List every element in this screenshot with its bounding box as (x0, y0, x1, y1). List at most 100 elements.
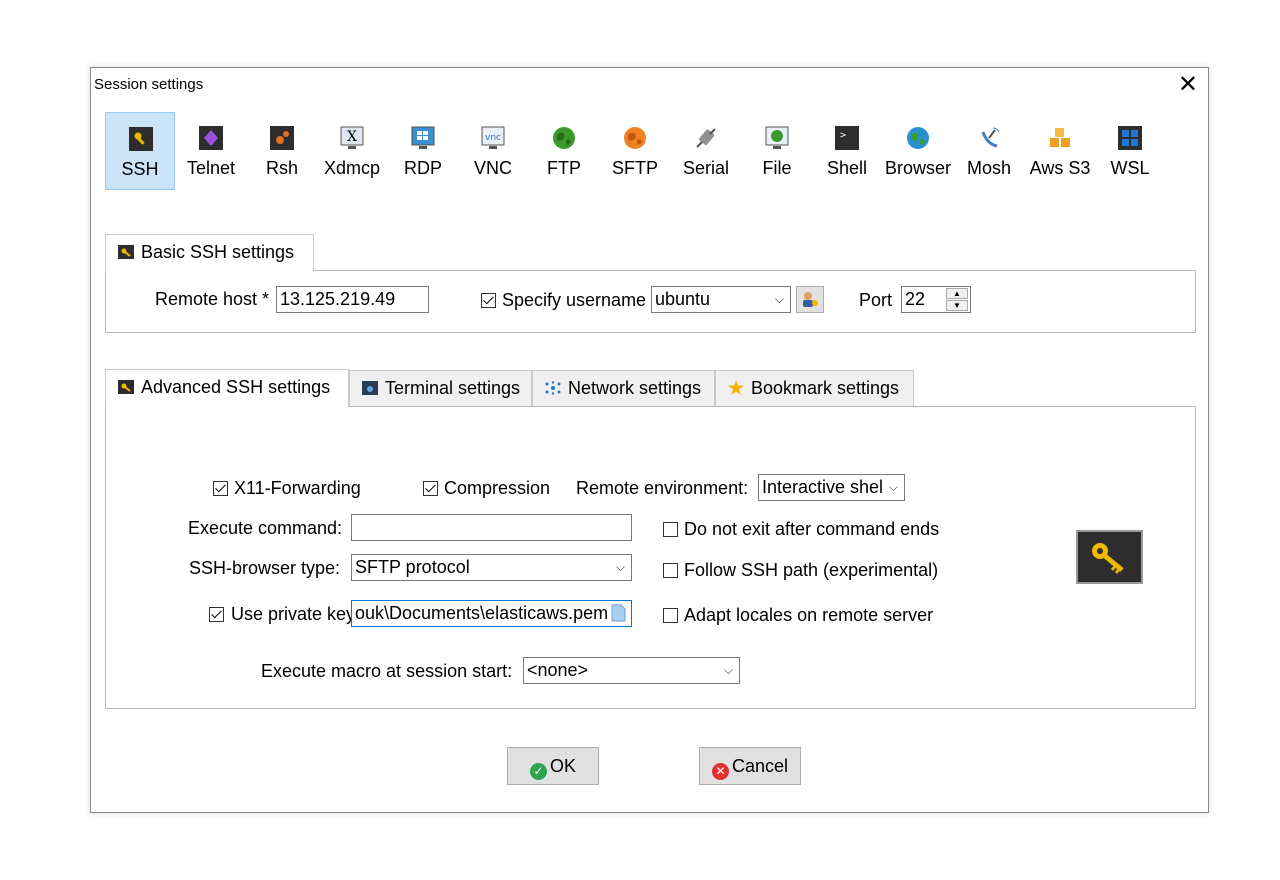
specify-username-label: Specify username (502, 290, 647, 310)
key-icon (118, 236, 134, 259)
use-private-key-label: Use private key (231, 604, 351, 624)
tab-label: Terminal settings (385, 378, 521, 398)
session-type-ssh[interactable]: SSH (105, 112, 175, 190)
svg-text:>: > (840, 130, 846, 141)
compression-label: Compression (444, 478, 551, 498)
adapt-locales-checkbox[interactable] (663, 608, 678, 623)
cancel-button[interactable]: ✕ Cancel (699, 747, 801, 785)
session-type-file[interactable]: File (742, 112, 812, 190)
follow-ssh-path-checkbox[interactable] (663, 563, 678, 578)
session-type-aws-s3[interactable]: Aws S3 (1025, 112, 1095, 190)
specify-username-checkbox[interactable] (481, 293, 496, 308)
session-type-label: SFTP (611, 158, 658, 178)
adapt-locales-label: Adapt locales on remote server (684, 605, 934, 625)
session-type-rsh[interactable]: Rsh (247, 112, 317, 190)
file-monitor-icon (765, 126, 789, 150)
cancel-x-icon: ✕ (711, 763, 729, 780)
port-decrement-button[interactable]: ▼ (946, 300, 968, 311)
follow-ssh-path-label: Follow SSH path (experimental) (684, 560, 939, 580)
session-type-browser[interactable]: Browser (883, 112, 953, 190)
private-key-input[interactable]: ouk\Documents\elasticaws.pem (351, 600, 632, 627)
tab-label: Basic SSH settings (141, 242, 295, 262)
ssh-browser-type-combo[interactable]: SFTP protocol ⌵ (351, 554, 632, 581)
execute-command-input[interactable] (351, 514, 632, 541)
do-not-exit-label: Do not exit after command ends (684, 519, 940, 539)
session-type-vnc[interactable]: vnc VNC (458, 112, 528, 190)
svg-text:vnc: vnc (485, 133, 501, 143)
use-private-key-checkbox[interactable] (209, 607, 224, 622)
rsh-icon (270, 126, 294, 150)
user-manager-button[interactable] (796, 286, 824, 313)
ftp-globe-icon (552, 126, 576, 150)
session-type-telnet[interactable]: Telnet (176, 112, 246, 190)
tab-label: Network settings (568, 378, 702, 398)
remote-environment-combo[interactable]: Interactive shel ⌵ (758, 474, 905, 501)
tab-label: Bookmark settings (751, 378, 900, 398)
execute-macro-combo[interactable]: <none> ⌵ (523, 657, 740, 684)
aws-s3-cubes-icon (1048, 126, 1072, 150)
remote-environment-label: Remote environment: (576, 478, 749, 498)
session-type-mosh[interactable]: Mosh (954, 112, 1024, 190)
compression-checkbox[interactable] (423, 481, 438, 496)
ok-button[interactable]: ✓ OK (507, 747, 599, 785)
chevron-down-icon: ⌵ (723, 663, 733, 677)
do-not-exit-checkbox[interactable] (663, 522, 678, 537)
session-type-label: Rsh (265, 158, 298, 178)
tab-bookmark-settings[interactable]: Bookmark settings (715, 370, 914, 406)
network-icon (545, 372, 561, 395)
session-type-xdmcp[interactable]: X Xdmcp (317, 112, 387, 190)
username-combo[interactable]: ubuntu ⌵ (651, 286, 791, 313)
tab-network-settings[interactable]: Network settings (532, 370, 715, 406)
key-icon (129, 127, 153, 151)
tab-label: Advanced SSH settings (141, 377, 331, 397)
remote-environment-value: Interactive shel (762, 477, 884, 497)
ok-label: OK (549, 756, 576, 776)
session-type-shell[interactable]: > Shell (812, 112, 882, 190)
x11-forwarding-label: X11-Forwarding (234, 478, 361, 498)
session-type-label: Serial (682, 158, 730, 178)
session-type-rdp[interactable]: RDP (388, 112, 458, 190)
chevron-down-icon: ⌵ (774, 292, 784, 306)
remote-host-input[interactable]: 13.125.219.49 (276, 286, 429, 313)
port-label: Port (859, 290, 893, 310)
session-type-label: Telnet (186, 158, 236, 178)
session-type-sftp[interactable]: SFTP (600, 112, 670, 190)
terminal-icon (362, 372, 378, 395)
tab-advanced-ssh-settings[interactable]: Advanced SSH settings (105, 369, 349, 407)
shell-terminal-icon: > (835, 126, 859, 150)
close-icon[interactable]: ✕ (1178, 72, 1198, 96)
vnc-icon: vnc (481, 126, 505, 150)
check-icon: ✓ (529, 763, 547, 780)
session-type-label: Browser (884, 158, 951, 178)
execute-macro-label: Execute macro at session start: (261, 661, 513, 681)
svg-text:X: X (347, 129, 357, 145)
chevron-down-icon: ⌵ (615, 560, 625, 574)
session-type-label: WSL (1110, 158, 1150, 178)
session-type-label: RDP (403, 158, 442, 178)
x11-forwarding-checkbox[interactable] (213, 481, 228, 496)
execute-command-label: Execute command: (188, 518, 343, 538)
session-type-wsl[interactable]: WSL (1095, 112, 1165, 190)
dialog-title: Session settings (94, 76, 204, 93)
session-type-label: File (762, 158, 792, 178)
tab-terminal-settings[interactable]: Terminal settings (349, 370, 532, 406)
mosh-antenna-icon (977, 126, 1001, 150)
ssh-key-graphic (1076, 530, 1143, 584)
telnet-icon (199, 126, 223, 150)
star-icon (728, 372, 744, 395)
session-type-label: Mosh (966, 158, 1011, 178)
session-type-ftp[interactable]: FTP (529, 112, 599, 190)
session-type-serial[interactable]: Serial (671, 112, 741, 190)
session-type-label: SSH (121, 159, 159, 179)
chevron-down-icon: ⌵ (888, 480, 898, 494)
cancel-label: Cancel (731, 756, 789, 776)
user-icon (803, 292, 818, 307)
file-browse-icon[interactable] (611, 604, 626, 622)
key-icon (118, 371, 134, 394)
port-increment-button[interactable]: ▲ (946, 288, 968, 299)
browser-globe-icon (906, 126, 930, 150)
session-type-label: Shell (826, 158, 868, 178)
tab-basic-ssh-settings[interactable]: Basic SSH settings (105, 234, 314, 272)
session-type-label: Aws S3 (1029, 158, 1091, 178)
serial-plug-icon (694, 126, 718, 150)
